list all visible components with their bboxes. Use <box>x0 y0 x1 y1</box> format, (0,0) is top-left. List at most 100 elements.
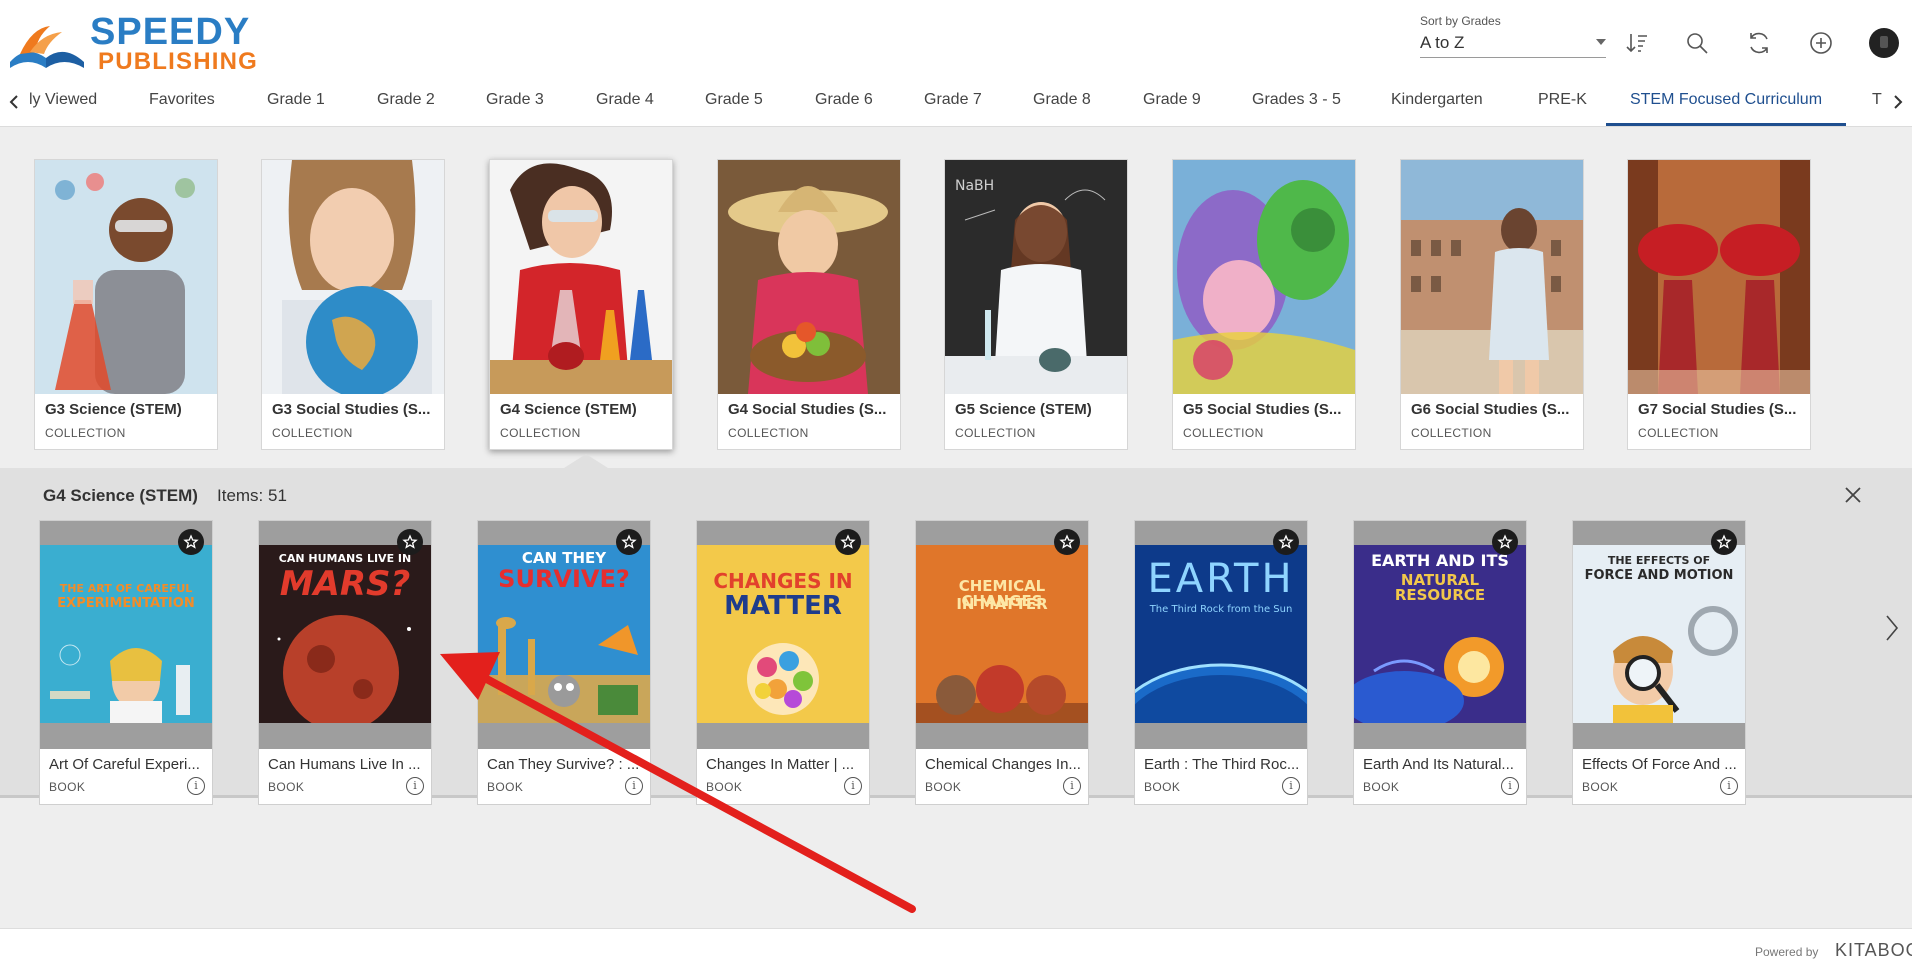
info-icon[interactable]: i <box>844 777 862 795</box>
user-avatar[interactable] <box>1869 28 1899 58</box>
book-title: Can Humans Live In ... <box>268 756 421 773</box>
book-cover-frame: CAN HUMANS LIVE IN MARS? <box>259 521 431 749</box>
book-title: Chemical Changes In... <box>925 756 1081 773</box>
book-card[interactable]: CAN HUMANS LIVE IN MARS? Can Humans Live… <box>258 520 432 805</box>
book-title: Changes In Matter | ... <box>706 756 855 773</box>
info-icon[interactable]: i <box>625 777 643 795</box>
tab-partial[interactable]: T <box>1872 78 1882 126</box>
collection-card[interactable]: G7 Social Studies (S... COLLECTION <box>1627 159 1811 450</box>
favorite-star-icon[interactable] <box>1054 529 1080 555</box>
collection-type: COLLECTION <box>45 426 126 440</box>
book-cover-frame: CHEMICAL CHANGES IN MATTER <box>916 521 1088 749</box>
book-card[interactable]: EARTH The Third Rock from the Sun Earth … <box>1134 520 1308 805</box>
info-icon[interactable]: i <box>187 777 205 795</box>
sort-dropdown[interactable]: Sort by Grades A to Z <box>1420 14 1606 58</box>
cover-line1: CHANGES IN <box>713 569 853 593</box>
favorite-star-icon[interactable] <box>178 529 204 555</box>
collection-detail-panel: G4 Science (STEM) Items: 51 THE ART OF C… <box>0 468 1912 805</box>
tabs-scroll-right-icon[interactable] <box>1888 90 1908 114</box>
tab-grade-4[interactable]: Grade 4 <box>596 78 654 126</box>
tab-grade-1[interactable]: Grade 1 <box>267 78 325 126</box>
tab-stem-focused-curriculum[interactable]: STEM Focused Curriculum <box>1606 78 1846 126</box>
collection-cover-image <box>718 160 900 394</box>
tab-grade-7[interactable]: Grade 7 <box>924 78 982 126</box>
cover-line2: NATURAL RESOURCE <box>1394 571 1486 604</box>
collection-title: G6 Social Studies (S... <box>1411 401 1570 418</box>
collection-cover-image: NaBH <box>945 160 1127 394</box>
cover-line2: The Third Rock from the Sun <box>1149 604 1293 615</box>
book-cover-image: CAN THEY SURVIVE? <box>478 545 650 723</box>
book-title: Earth : The Third Roc... <box>1144 756 1300 773</box>
tab-grade-9[interactable]: Grade 9 <box>1143 78 1201 126</box>
cover-line1: EARTH <box>1147 556 1295 602</box>
cover-line2: MARS? <box>279 564 411 604</box>
info-icon[interactable]: i <box>1501 777 1519 795</box>
book-card[interactable]: CHANGES IN MATTER Changes In Matter | ..… <box>696 520 870 805</box>
tab-grade-3[interactable]: Grade 3 <box>486 78 544 126</box>
info-icon[interactable]: i <box>1063 777 1081 795</box>
speedy-publishing-logo[interactable]: SPEEDY PUBLISHING <box>6 12 257 74</box>
close-icon[interactable] <box>1840 482 1866 508</box>
tab-grade-2[interactable]: Grade 2 <box>377 78 435 126</box>
collection-title: G4 Science (STEM) <box>500 401 637 418</box>
cover-line2: MATTER <box>724 591 842 621</box>
collection-cover-image <box>35 160 217 394</box>
logo-text-publishing: PUBLISHING <box>98 48 259 75</box>
favorite-star-icon[interactable] <box>1492 529 1518 555</box>
tabs-scroll-left-icon[interactable] <box>4 90 24 114</box>
collection-card[interactable]: G6 Social Studies (S... COLLECTION <box>1400 159 1584 450</box>
selection-pointer <box>564 454 608 468</box>
app-header: SPEEDY PUBLISHING Sort by Grades A to Z <box>0 0 1912 127</box>
book-type: BOOK <box>1582 780 1619 794</box>
book-card[interactable]: THE EFFECTS OF FORCE AND MOTION Effects <box>1572 520 1746 805</box>
book-card[interactable]: CAN THEY SURVIVE? Can They Survive? : ..… <box>477 520 651 805</box>
sort-order-icon[interactable] <box>1622 28 1652 58</box>
collection-type: COLLECTION <box>1411 426 1492 440</box>
search-icon[interactable] <box>1682 28 1712 58</box>
collection-card[interactable]: G4 Social Studies (S... COLLECTION <box>717 159 901 450</box>
favorite-star-icon[interactable] <box>1273 529 1299 555</box>
tab-grade-5[interactable]: Grade 5 <box>705 78 763 126</box>
chevron-right-icon[interactable] <box>1882 608 1902 648</box>
book-cover-image: THE ART OF CAREFUL EXPERIMENTATION <box>40 545 212 723</box>
collection-card[interactable]: NaBH G5 Science (STEM) COLLECTION <box>944 159 1128 450</box>
favorite-star-icon[interactable] <box>616 529 642 555</box>
cover-line1: CAN HUMANS LIVE IN <box>278 552 412 565</box>
info-icon[interactable]: i <box>1282 777 1300 795</box>
collection-card[interactable]: G5 Social Studies (S... COLLECTION <box>1172 159 1356 450</box>
book-title: Effects Of Force And ... <box>1582 756 1737 773</box>
collection-type: COLLECTION <box>1183 426 1264 440</box>
favorite-star-icon[interactable] <box>397 529 423 555</box>
tab-favorites[interactable]: Favorites <box>149 78 215 126</box>
app-footer: Powered by KITABOO <box>0 928 1912 972</box>
book-cover-image: EARTH AND ITS NATURAL RESOURCE <box>1354 545 1526 723</box>
tab-grade-8[interactable]: Grade 8 <box>1033 78 1091 126</box>
favorite-star-icon[interactable] <box>835 529 861 555</box>
tab-kindergarten[interactable]: Kindergarten <box>1391 78 1483 126</box>
favorite-star-icon[interactable] <box>1711 529 1737 555</box>
book-type: BOOK <box>487 780 524 794</box>
panel-title: G4 Science (STEM) <box>43 486 198 505</box>
refresh-icon[interactable] <box>1744 28 1774 58</box>
tab-recently-viewed[interactable]: ly Viewed <box>29 78 97 126</box>
book-card[interactable]: THE ART OF CAREFUL EXPERIMENTATION Art O… <box>39 520 213 805</box>
book-card[interactable]: EARTH AND ITS NATURAL RESOURCE Earth And… <box>1353 520 1527 805</box>
book-card[interactable]: CHEMICAL CHANGES IN MATTER Chemical Chan… <box>915 520 1089 805</box>
collection-cover-image <box>1173 160 1355 394</box>
tab-grades-3-5[interactable]: Grades 3 - 5 <box>1252 78 1341 126</box>
cover-line1: THE ART OF CAREFUL <box>59 582 193 595</box>
info-icon[interactable]: i <box>1720 777 1738 795</box>
collection-card[interactable]: G3 Science (STEM) COLLECTION <box>34 159 218 450</box>
add-icon[interactable] <box>1806 28 1836 58</box>
collection-type: COLLECTION <box>500 426 581 440</box>
cover-line2: EXPERIMENTATION <box>57 596 195 611</box>
book-type: BOOK <box>706 780 743 794</box>
collection-type: COLLECTION <box>955 426 1036 440</box>
info-icon[interactable]: i <box>406 777 424 795</box>
kitaboo-logo[interactable]: KITABOO <box>1835 940 1912 961</box>
collection-type: COLLECTION <box>1638 426 1719 440</box>
tab-pre-k[interactable]: PRE-K <box>1538 78 1587 126</box>
collection-card[interactable]: G3 Social Studies (S... COLLECTION <box>261 159 445 450</box>
tab-grade-6[interactable]: Grade 6 <box>815 78 873 126</box>
collection-card-selected[interactable]: G4 Science (STEM) COLLECTION <box>489 159 673 450</box>
